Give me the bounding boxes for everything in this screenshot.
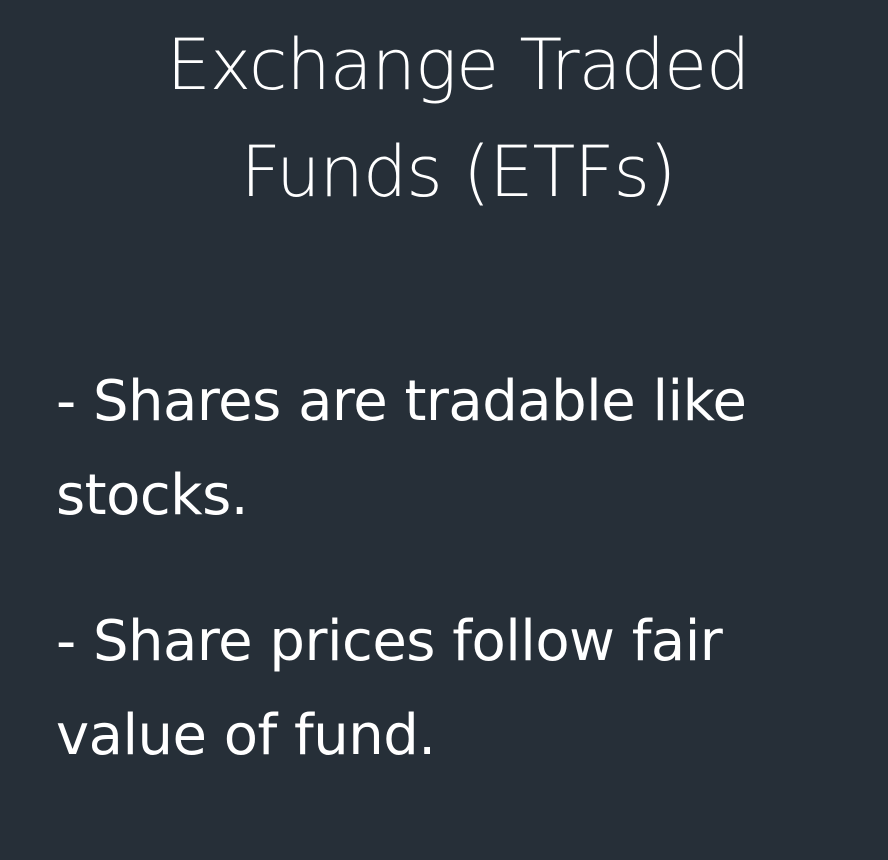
slide-title: Exchange Traded Funds (ETFs): [60, 12, 856, 226]
bullet-item: - Shares are tradable like stocks.: [56, 355, 856, 543]
bullet-item: - Share prices follow fair value of fund…: [56, 595, 856, 783]
slide: Exchange Traded Funds (ETFs) - Shares ar…: [0, 0, 888, 860]
slide-title-line: Funds (ETFs): [240, 131, 677, 213]
bullet-text-line: - Share prices follow fair: [56, 609, 723, 674]
bullet-text-line: - Shares are tradable like: [56, 369, 747, 434]
slide-title-line: Exchange Traded: [166, 24, 751, 106]
bullet-text-line: value of fund.: [56, 703, 436, 768]
bullet-list: - Shares are tradable like stocks. - Sha…: [56, 355, 856, 835]
bullet-text-line: stocks.: [56, 463, 249, 528]
